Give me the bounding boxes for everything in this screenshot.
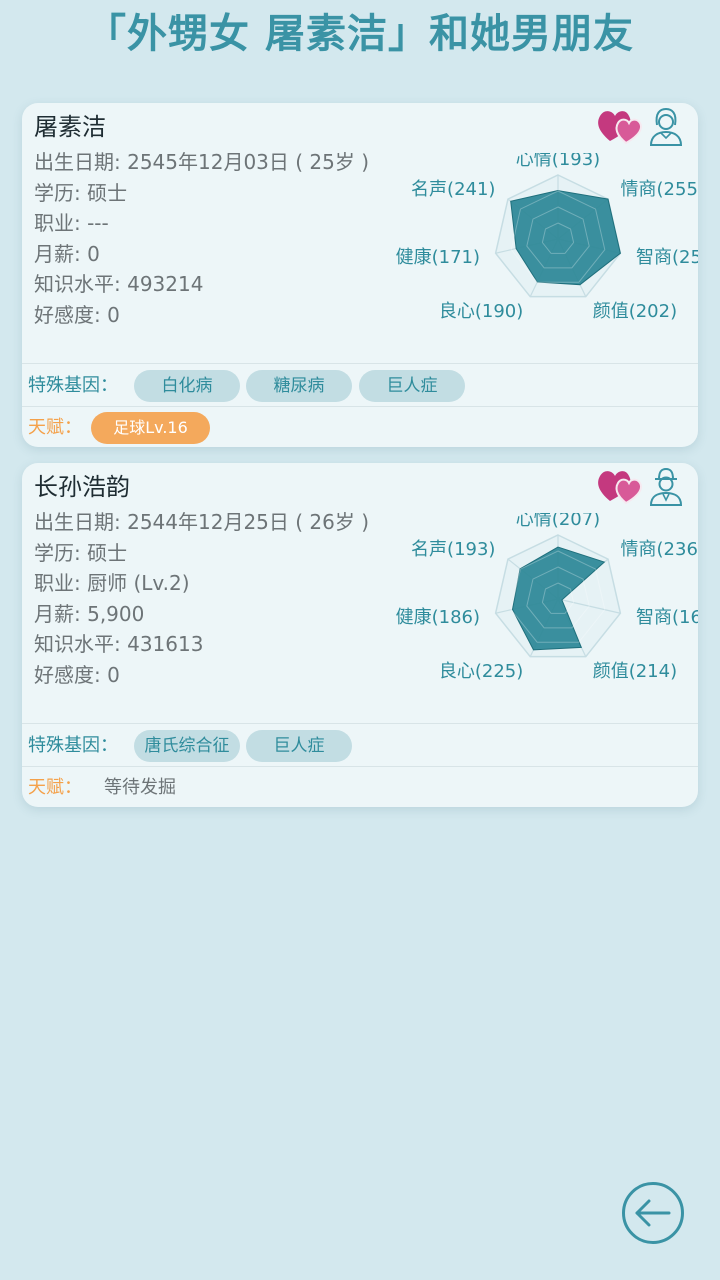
gene-chip[interactable]: 白化病 <box>134 370 240 402</box>
divider <box>22 406 698 407</box>
occupation: 职业: 厨师 (Lv.2) <box>34 571 190 596</box>
favor-level: 好感度: 0 <box>34 662 120 687</box>
radar-axis-label: 情商(236) <box>621 539 698 560</box>
talent-label: 天赋： <box>28 777 82 798</box>
genes-label: 特殊基因： <box>28 375 118 396</box>
education: 学历: 硕士 <box>34 180 128 205</box>
gene-chip[interactable]: 巨人症 <box>359 370 465 402</box>
talent-chip[interactable]: 足球Lv.16 <box>91 412 210 444</box>
education: 学历: 硕士 <box>34 540 128 565</box>
character-name: 长孙浩韵 <box>34 473 130 501</box>
radar-axis-label: 智商(255) <box>636 247 698 268</box>
birth-date: 出生日期: 2545年12月03日 ( 25岁 ) <box>34 150 370 174</box>
divider <box>22 363 698 364</box>
talent-row: 天赋： 等待发掘 <box>22 769 698 807</box>
divider <box>22 723 698 724</box>
radar-axis-label: 颜值(202) <box>593 301 677 322</box>
talent-pending-text: 等待发掘 <box>104 777 176 798</box>
attribute-radar-chart: 心情(207) 情商(236) 智商(16) 颜值(214) 良心(225) 健康(186… <box>396 513 698 682</box>
arrow-left-icon <box>635 1199 671 1227</box>
back-button[interactable] <box>621 1181 685 1245</box>
radar-axis-label: 良心(190) <box>439 301 523 322</box>
special-genes-row: 特殊基因： 白化病 糖尿病 巨人症 <box>22 367 698 405</box>
female-person-icon <box>649 107 683 146</box>
birth-date: 出生日期: 2544年12月25日 ( 26岁 ) <box>34 510 370 534</box>
radar-axis-label: 名声(241) <box>411 179 495 200</box>
radar-axis-label: 健康(171) <box>396 247 480 268</box>
hearts-icon[interactable] <box>596 463 644 507</box>
knowledge-level: 知识水平: 493214 <box>34 272 204 297</box>
character-card[interactable]: 长孙浩韵 出生日期: 2544年12月25日 ( 26岁 ) 学历: 硕士 职业… <box>22 463 698 807</box>
gene-chip[interactable]: 唐氏综合征 <box>134 730 240 762</box>
talent-label: 天赋： <box>28 417 82 438</box>
gene-chip[interactable]: 巨人症 <box>246 730 352 762</box>
radar-axis-label: 颜值(214) <box>593 661 677 682</box>
page-title: 「外甥女 屠素洁」和她男朋友 <box>86 11 634 57</box>
character-name: 屠素洁 <box>34 113 106 141</box>
attribute-radar-chart: 心情(193) 情商(255) 智商(255) 颜值(202) 良心(190) 健康(17… <box>396 153 698 322</box>
radar-axis-label: 情商(255) <box>621 179 698 200</box>
special-genes-row: 特殊基因： 唐氏综合征 巨人症 <box>22 727 698 765</box>
radar-axis-label: 名声(193) <box>411 539 495 560</box>
gene-chip[interactable]: 糖尿病 <box>246 370 352 402</box>
favor-level: 好感度: 0 <box>34 302 120 327</box>
character-info: 出生日期: 2545年12月03日 ( 25岁 ) 学历: 硕士 职业: ---… <box>34 147 369 331</box>
hearts-icon[interactable] <box>596 103 644 147</box>
radar-axis-label: 心情(207) <box>516 513 600 530</box>
knowledge-level: 知识水平: 431613 <box>34 632 204 657</box>
talent-row: 天赋： 足球Lv.16 <box>22 409 698 447</box>
radar-axis-label: 智商(16) <box>636 607 698 628</box>
salary: 月薪: 5,900 <box>34 601 145 626</box>
character-info: 出生日期: 2544年12月25日 ( 26岁 ) 学历: 硕士 职业: 厨师 … <box>34 507 369 691</box>
radar-axis-label: 良心(225) <box>439 661 523 682</box>
radar-axis-label: 心情(193) <box>516 153 600 170</box>
divider <box>22 766 698 767</box>
radar-axis-label: 健康(186) <box>396 607 480 628</box>
genes-label: 特殊基因： <box>28 735 118 756</box>
character-card[interactable]: 屠素洁 出生日期: 2545年12月03日 ( 25岁 ) 学历: 硕士 职业:… <box>22 103 698 447</box>
salary: 月薪: 0 <box>34 241 100 266</box>
occupation: 职业: --- <box>34 211 109 236</box>
male-person-icon <box>649 467 683 506</box>
